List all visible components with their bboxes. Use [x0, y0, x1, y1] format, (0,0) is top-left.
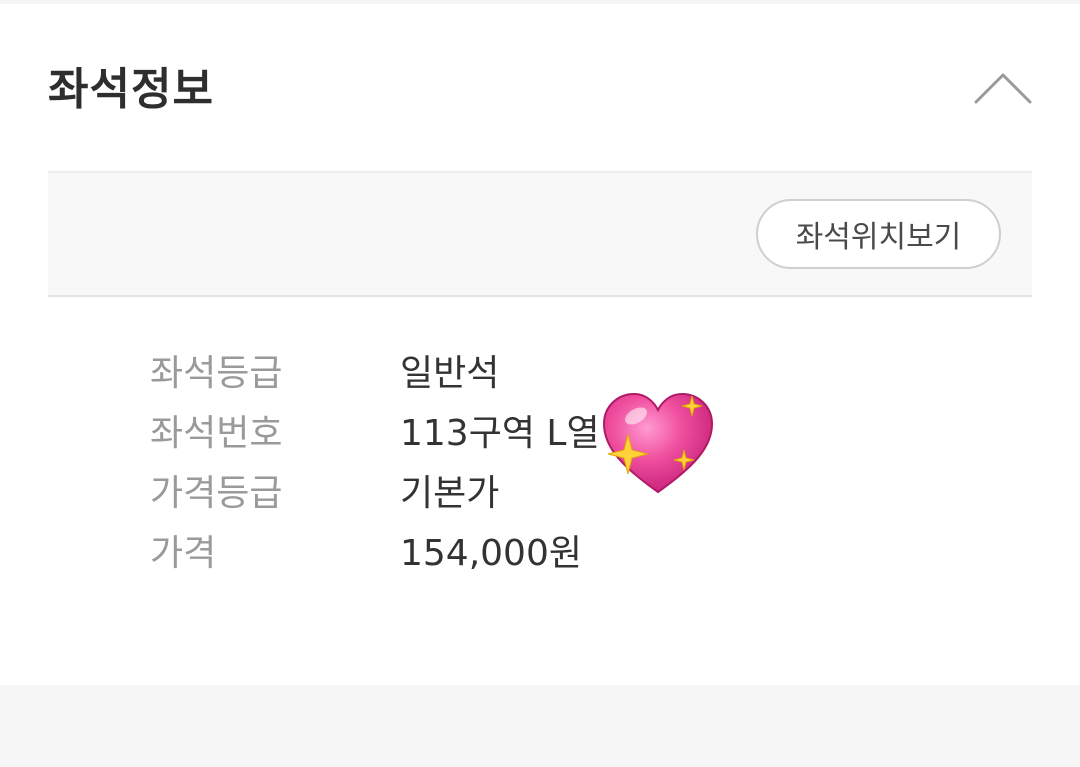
seat-map-button[interactable]: 좌석위치보기 — [756, 199, 1001, 269]
sparkling-heart-icon — [598, 388, 718, 500]
seat-map-bar: 좌석위치보기 — [48, 171, 1032, 297]
seat-number-label: 좌석번호 — [150, 413, 283, 454]
seat-grade-value: 일반석 — [400, 353, 500, 394]
seat-grade-label: 좌석등급 — [150, 353, 283, 394]
seat-number-value: 113구역 L열 — [400, 413, 600, 454]
price-value: 154,000원 — [400, 533, 582, 574]
chevron-up-icon — [974, 73, 1032, 104]
top-divider — [0, 0, 1080, 4]
info-row-seat-grade: 좌석등급 일반석 — [150, 340, 600, 400]
info-row-price: 가격 154,000원 — [150, 520, 600, 580]
collapse-toggle-button[interactable] — [968, 62, 1038, 114]
bottom-section-divider — [0, 685, 1080, 767]
section-title: 좌석정보 — [48, 64, 214, 115]
price-grade-value: 기본가 — [400, 473, 500, 514]
info-row-seat-number: 좌석번호 113구역 L열 — [150, 400, 600, 460]
seat-info-list: 좌석등급 일반석 좌석번호 113구역 L열 가격등급 기본가 가격 154,0… — [150, 340, 600, 580]
info-row-price-grade: 가격등급 기본가 — [150, 460, 600, 520]
price-grade-label: 가격등급 — [150, 473, 283, 514]
price-label: 가격 — [150, 533, 217, 574]
